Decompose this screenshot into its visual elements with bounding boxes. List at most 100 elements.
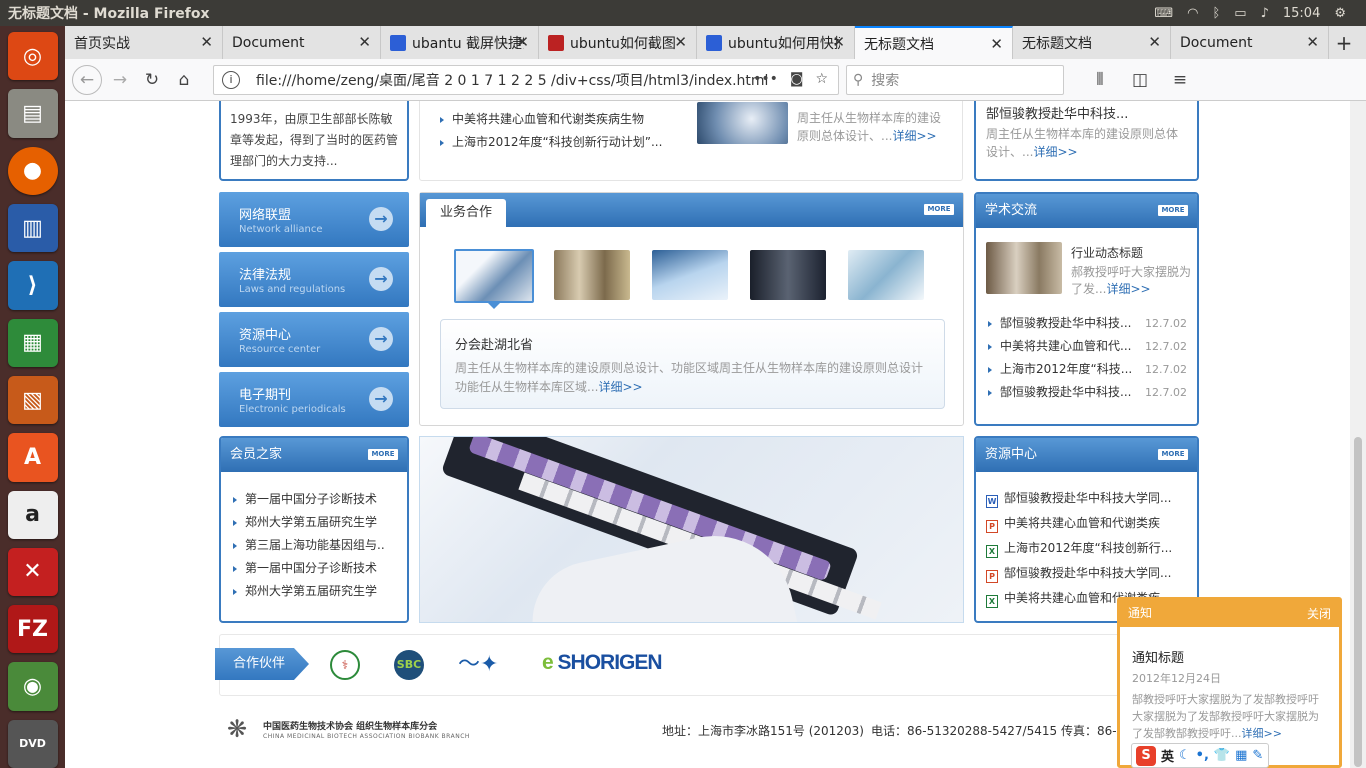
business-thumb[interactable]: [454, 249, 534, 303]
business-detail[interactable]: 详细>>: [598, 380, 642, 394]
partner-logo-shorigen[interactable]: e SHORIGEN: [542, 651, 663, 675]
keyboard-icon[interactable]: ⌨: [1154, 6, 1173, 21]
new-tab-button[interactable]: +: [1329, 26, 1359, 59]
firefox-icon[interactable]: ●: [7, 146, 58, 195]
menu-icon[interactable]: ≡: [1164, 64, 1196, 96]
clock[interactable]: 15:04: [1283, 6, 1320, 21]
resource-item[interactable]: P 郜恒骏教授赴华中科技大学同...: [986, 561, 1197, 586]
url-bar[interactable]: i file:///home/zeng/桌面/尾音 2 0 1 7 1 2 2 …: [213, 64, 839, 95]
tab-2[interactable]: ubantu 截屏快捷键 ✕: [381, 26, 539, 59]
business-thumb[interactable]: [554, 250, 630, 300]
academic-item[interactable]: 郜恒骏教授赴华中科技... 12.7.02: [986, 381, 1187, 404]
back-button[interactable]: ←: [72, 64, 102, 95]
ime-mode[interactable]: 英: [1161, 746, 1174, 765]
page-actions-icon[interactable]: •••: [753, 71, 778, 87]
nav-button[interactable]: 电子期刊 Electronic periodicals →: [219, 372, 409, 427]
battery-icon[interactable]: ▭: [1234, 6, 1246, 21]
notice-detail[interactable]: 详细>>: [1242, 727, 1282, 740]
tab-close-icon[interactable]: ✕: [674, 33, 687, 51]
more-button[interactable]: MORE: [368, 449, 398, 460]
member-item[interactable]: 第三届上海功能基因组与..: [231, 534, 407, 557]
scrollbar-thumb[interactable]: [1354, 437, 1362, 767]
resource-item[interactable]: P 中美将共建心血管和代谢类疾: [986, 511, 1197, 536]
scrollbar[interactable]: [1350, 101, 1366, 768]
tools-icon[interactable]: ✎: [1252, 748, 1263, 763]
files-icon[interactable]: ▤: [7, 89, 58, 138]
member-item[interactable]: 郑州大学第五届研究生学: [231, 580, 407, 603]
settings-icon[interactable]: ✕: [7, 547, 58, 597]
bluetooth-icon[interactable]: ᛒ: [1212, 6, 1220, 21]
resource-item[interactable]: X 上海市2012年度“科技创新行...: [986, 536, 1197, 561]
tab-close-icon[interactable]: ✕: [1148, 33, 1161, 51]
tab-close-icon[interactable]: ✕: [990, 35, 1003, 53]
forward-button[interactable]: →: [104, 64, 136, 96]
academic-feature-title[interactable]: 行业动态标题: [1071, 244, 1191, 261]
punctuation-icon[interactable]: •,: [1196, 748, 1209, 763]
skin-icon[interactable]: 👕: [1214, 748, 1230, 763]
business-thumb[interactable]: [750, 250, 826, 300]
more-button[interactable]: MORE: [924, 204, 954, 215]
calc-icon[interactable]: ▦: [7, 318, 58, 367]
home-button[interactable]: ⌂: [168, 64, 200, 96]
reload-button[interactable]: ↻: [136, 64, 168, 96]
sidebar-icon[interactable]: ◫: [1124, 64, 1156, 96]
tab-5[interactable]: 无标题文档 ✕: [855, 26, 1013, 59]
tab-close-icon[interactable]: ✕: [516, 33, 529, 51]
top-right-detail[interactable]: 详细>>: [1033, 145, 1077, 159]
member-item[interactable]: 第一届中国分子诊断技术: [231, 488, 407, 511]
news-detail-link[interactable]: 详细>>: [892, 129, 936, 143]
impress-icon[interactable]: ▧: [7, 375, 58, 425]
ime-toolbar[interactable]: S 英 ☾ •, 👕 ▦ ✎: [1131, 743, 1269, 768]
nav-button[interactable]: 资源中心 Resource center →: [219, 312, 409, 367]
nav-button[interactable]: 法律法规 Laws and regulations →: [219, 252, 409, 307]
url-text[interactable]: file:///home/zeng/桌面/尾音 2 0 1 7 1 2 2 5 …: [256, 70, 768, 90]
bookmark-star-icon[interactable]: ☆: [815, 71, 828, 87]
more-button[interactable]: MORE: [1158, 205, 1188, 216]
pocket-icon[interactable]: ◙: [790, 71, 804, 87]
tab-6[interactable]: 无标题文档 ✕: [1013, 26, 1171, 59]
tab-close-icon[interactable]: ✕: [832, 33, 845, 51]
business-thumb[interactable]: [848, 250, 924, 300]
academic-detail[interactable]: 详细>>: [1106, 282, 1150, 296]
amazon-icon[interactable]: a: [7, 490, 58, 539]
more-button[interactable]: MORE: [1158, 449, 1188, 460]
resource-item[interactable]: W 郜恒骏教授赴华中科技大学同...: [986, 486, 1197, 511]
tab-1[interactable]: Document ✕: [223, 26, 381, 59]
keyboard-icon[interactable]: ▦: [1235, 748, 1247, 763]
member-item[interactable]: 郑州大学第五届研究生学: [231, 511, 407, 534]
academic-item[interactable]: 郜恒骏教授赴华中科技... 12.7.02: [986, 312, 1187, 335]
sogou-logo-icon[interactable]: S: [1136, 745, 1156, 766]
top-right-title[interactable]: 郜恒骏教授赴华中科技...: [986, 103, 1187, 122]
nav-button[interactable]: 网络联盟 Network alliance →: [219, 192, 409, 247]
tab-close-icon[interactable]: ✕: [200, 33, 213, 51]
ubuntu-dash-icon[interactable]: ◎: [7, 32, 58, 81]
news-item[interactable]: 中美将共建心血管和代谢类疾病生物: [438, 108, 688, 131]
volume-icon[interactable]: ♪: [1261, 6, 1269, 21]
notice-close-button[interactable]: 关闭: [1307, 601, 1331, 628]
partner-logo-2[interactable]: SBC: [394, 650, 424, 680]
app-icon[interactable]: ◉: [7, 662, 58, 711]
site-info-icon[interactable]: i: [222, 70, 240, 89]
search-box[interactable]: ⚲ 搜索: [846, 64, 1064, 95]
tab-3[interactable]: ubuntu如何截图 ✕: [539, 26, 697, 59]
library-icon[interactable]: ⫴: [1084, 64, 1116, 96]
dvd-icon[interactable]: DVD: [7, 719, 58, 768]
tab-close-icon[interactable]: ✕: [1306, 33, 1319, 51]
settings-gear-icon[interactable]: ⚙: [1334, 6, 1346, 21]
academic-item[interactable]: 中美将共建心血管和代... 12.7.02: [986, 335, 1187, 358]
business-title[interactable]: 分会赴湖北省: [455, 334, 930, 353]
tab-7[interactable]: Document ✕: [1171, 26, 1329, 59]
partner-logo-3[interactable]: 〜✦: [458, 653, 512, 677]
member-item[interactable]: 第一届中国分子诊断技术: [231, 557, 407, 580]
academic-item[interactable]: 上海市2012年度“科技... 12.7.02: [986, 358, 1187, 381]
news-item[interactable]: 上海市2012年度“科技创新行动计划”...: [438, 131, 688, 154]
tab-4[interactable]: ubuntu如何用快捷 ✕: [697, 26, 855, 59]
business-thumb[interactable]: [652, 250, 728, 300]
moon-icon[interactable]: ☾: [1179, 748, 1191, 763]
vscode-icon[interactable]: ⟩: [7, 261, 58, 310]
partner-logo-1[interactable]: ⚕: [330, 650, 360, 680]
filezilla-icon[interactable]: FZ: [7, 605, 58, 654]
tab-business[interactable]: 业务合作: [426, 199, 506, 227]
tab-0[interactable]: 首页实战 ✕: [65, 26, 223, 59]
writer-icon[interactable]: ▥: [7, 203, 58, 253]
